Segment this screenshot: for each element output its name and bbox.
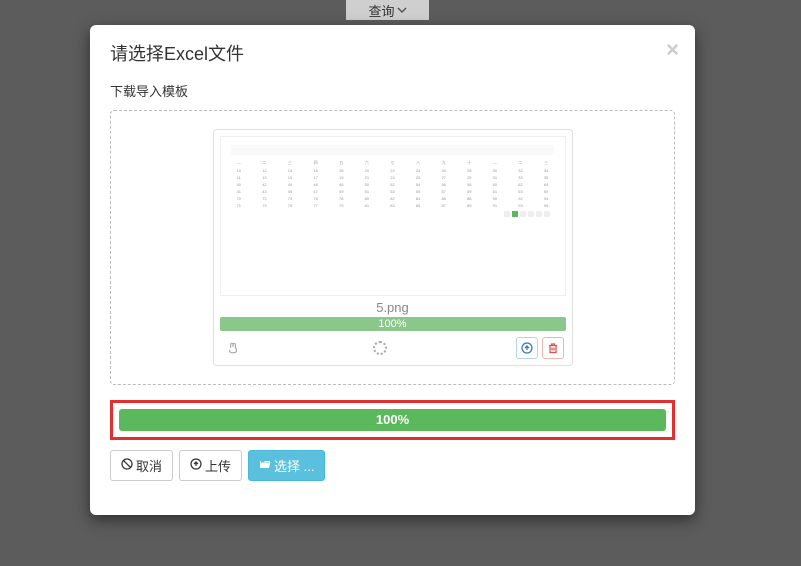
upload-button[interactable]: 上传 <box>179 450 242 481</box>
modal-title: 请选择Excel文件 <box>110 40 675 66</box>
query-dropdown-button[interactable]: 查询 <box>346 0 429 20</box>
cancel-label: 取消 <box>136 456 162 475</box>
select-label: 选择 ... <box>274 456 314 475</box>
select-button[interactable]: 选择 ... <box>248 450 325 481</box>
query-label: 查询 <box>368 1 394 20</box>
file-select-modal: 请选择Excel文件 × 下载导入模板 —二三四五六七八九十—二三 101214… <box>90 25 695 515</box>
file-preview-card: —二三四五六七八九十—二三 10121416182022242628303234… <box>213 129 573 366</box>
upload-icon <box>190 458 202 473</box>
delete-file-icon[interactable] <box>542 337 564 359</box>
file-thumbnail: —二三四五六七八九十—二三 10121416182022242628303234… <box>220 136 566 296</box>
file-progress-bar: 100% <box>220 317 566 331</box>
download-template-link[interactable]: 下载导入模板 <box>110 81 188 100</box>
cancel-button[interactable]: 取消 <box>110 450 173 481</box>
folder-open-icon <box>259 458 271 473</box>
file-actions-row <box>220 337 566 359</box>
overall-progress-highlight: 100% <box>110 400 675 440</box>
drag-handle-icon[interactable] <box>222 337 244 359</box>
modal-footer: 取消 上传 选择 ... <box>90 450 695 496</box>
upload-label: 上传 <box>205 456 231 475</box>
loading-spinner-icon <box>373 341 387 355</box>
modal-body: 下载导入模板 —二三四五六七八九十—二三 1012141618202224262… <box>90 81 695 440</box>
overall-progress-bar: 100% <box>119 409 666 431</box>
cancel-icon <box>121 458 133 473</box>
thumbnail-content: —二三四五六七八九十—二三 10121416182022242628303234… <box>231 145 554 287</box>
modal-header: 请选择Excel文件 × <box>90 25 695 81</box>
file-name-label: 5.png <box>220 300 566 315</box>
upload-file-icon[interactable] <box>516 337 538 359</box>
file-dropzone[interactable]: —二三四五六七八九十—二三 10121416182022242628303234… <box>110 110 675 385</box>
chevron-down-icon <box>397 5 407 15</box>
close-icon[interactable]: × <box>666 37 679 63</box>
